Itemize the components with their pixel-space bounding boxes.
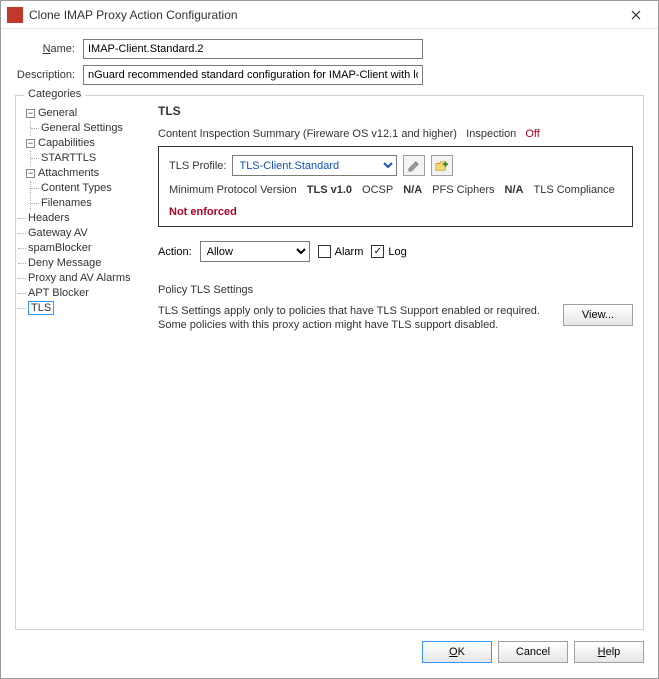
dialog-footer: OK Cancel Help (1, 636, 658, 678)
tls-profile-info: Minimum Protocol Version TLS v1.0 OCSP N… (169, 184, 622, 218)
tree-node-tls[interactable]: TLS (26, 301, 148, 316)
help-button[interactable]: Help (574, 641, 644, 663)
tls-profile-label: TLS Profile: (169, 160, 226, 172)
close-button[interactable] (620, 3, 652, 27)
tls-profile-box: TLS Profile: TLS-Client.Standard (158, 146, 633, 227)
name-input[interactable] (83, 39, 423, 59)
tree-node-spamblocker[interactable]: spamBlocker (26, 241, 148, 256)
tree-node-general-settings[interactable]: General Settings (39, 121, 148, 136)
description-input[interactable] (83, 65, 423, 85)
title-bar: Clone IMAP Proxy Action Configuration (1, 1, 658, 29)
log-label: Log (388, 246, 406, 258)
close-icon (631, 10, 641, 20)
tree-node-general[interactable]: General (26, 106, 148, 121)
alarm-checkbox[interactable] (318, 245, 331, 258)
categories-fieldset: Categories General General Settings Capa… (15, 95, 644, 630)
log-checkbox-row: Log (371, 245, 406, 258)
action-row: Action: Allow Alarm Log (158, 241, 633, 262)
folder-plus-icon (435, 159, 449, 173)
action-label: Action: (158, 246, 192, 258)
app-icon (7, 7, 23, 23)
log-checkbox[interactable] (371, 245, 384, 258)
add-profile-button[interactable] (431, 155, 453, 176)
categories-legend: Categories (24, 88, 85, 100)
tree-toggle-icon[interactable] (26, 169, 35, 178)
dialog-window: Clone IMAP Proxy Action Configuration Na… (0, 0, 659, 679)
alarm-checkbox-row: Alarm (318, 245, 364, 258)
view-button[interactable]: View... (563, 304, 633, 326)
content-area: Name: Description: Categories General Ge… (1, 29, 658, 636)
policy-text: TLS Settings apply only to policies that… (158, 304, 549, 332)
tree-toggle-icon[interactable] (26, 139, 35, 148)
tls-profile-select[interactable]: TLS-Client.Standard (232, 155, 397, 176)
description-label: Description: (15, 69, 75, 81)
tree-node-content-types[interactable]: Content Types (39, 181, 148, 196)
tree-node-gateway-av[interactable]: Gateway AV (26, 226, 148, 241)
tree-node-deny-message[interactable]: Deny Message (26, 256, 148, 271)
name-row: Name: (15, 39, 644, 59)
tree-toggle-icon[interactable] (26, 109, 35, 118)
ok-button[interactable]: OK (422, 641, 492, 663)
settings-pane: TLS Content Inspection Summary (Fireware… (158, 104, 633, 619)
action-select[interactable]: Allow (200, 241, 310, 262)
tree-node-headers[interactable]: Headers (26, 211, 148, 226)
tree-node-starttls[interactable]: STARTTLS (39, 151, 148, 166)
tree-node-apt-blocker[interactable]: APT Blocker (26, 286, 148, 301)
name-label: Name: (15, 43, 75, 55)
description-row: Description: (15, 65, 644, 85)
alarm-label: Alarm (335, 246, 364, 258)
pane-title: TLS (158, 104, 633, 118)
cancel-button[interactable]: Cancel (498, 641, 568, 663)
tree-node-proxy-av-alarms[interactable]: Proxy and AV Alarms (26, 271, 148, 286)
tree-node-attachments[interactable]: Attachments (26, 166, 148, 181)
policy-row: TLS Settings apply only to policies that… (158, 304, 633, 332)
category-tree: General General Settings Capabilities ST… (26, 104, 148, 619)
window-title: Clone IMAP Proxy Action Configuration (29, 8, 620, 22)
tree-node-filenames[interactable]: Filenames (39, 196, 148, 211)
pencil-icon (407, 159, 421, 173)
tree-node-capabilities[interactable]: Capabilities (26, 136, 148, 151)
inspection-value: Off (525, 128, 539, 140)
edit-profile-button[interactable] (403, 155, 425, 176)
inspection-summary: Content Inspection Summary (Fireware OS … (158, 128, 633, 140)
policy-heading: Policy TLS Settings (158, 284, 633, 296)
